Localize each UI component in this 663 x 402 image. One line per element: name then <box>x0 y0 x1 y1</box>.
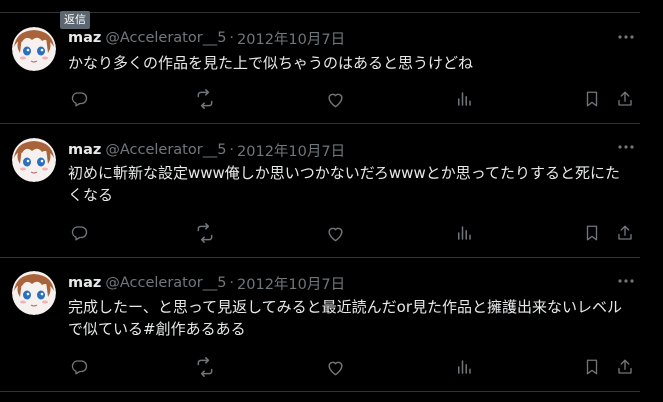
avatar[interactable] <box>12 27 56 71</box>
share-icon[interactable] <box>614 88 636 110</box>
divider <box>0 257 640 258</box>
tweet-header: maz @Accelerator__5 · 2012年10月7日 <box>68 28 345 48</box>
tweet-text: 初めに斬新な設定www俺しか思いつかないだろwwwとか思ってたりすると死にたくな… <box>68 164 620 204</box>
user-handle[interactable]: @Accelerator__5 <box>105 275 226 291</box>
bookmark-icon[interactable] <box>581 222 603 244</box>
tweet-date[interactable]: 2012年10月7日 <box>237 140 345 161</box>
tweet-date[interactable]: 2012年10月7日 <box>237 28 345 49</box>
reply-tooltip: 返信 <box>60 11 90 29</box>
retweet-icon[interactable] <box>194 222 216 244</box>
share-icon[interactable] <box>614 222 636 244</box>
separator: · <box>229 142 235 158</box>
display-name[interactable]: maz <box>68 30 101 46</box>
divider <box>0 12 640 13</box>
tweet-text: 完成したー、と思って見返してみると最近読んだor見た作品と擁護出来ないレベルで似… <box>68 298 622 338</box>
more-icon[interactable] <box>616 137 636 157</box>
views-icon[interactable] <box>453 222 475 244</box>
like-icon[interactable] <box>324 88 346 110</box>
tweet-date[interactable]: 2012年10月7日 <box>237 273 345 294</box>
display-name[interactable]: maz <box>68 275 101 291</box>
like-icon[interactable] <box>324 356 346 378</box>
like-icon[interactable] <box>324 222 346 244</box>
separator: · <box>229 30 235 46</box>
reply-icon[interactable] <box>68 222 90 244</box>
timeline: maz @Accelerator__5 · 2012年10月7日 返信 かなり多… <box>0 0 663 402</box>
more-icon[interactable] <box>616 271 636 291</box>
share-icon[interactable] <box>614 356 636 378</box>
tweet-text: かなり多くの作品を見た上で似ちゃうのはあると思うけどね <box>68 54 474 72</box>
tweet-header: maz @Accelerator__5 · 2012年10月7日 <box>68 273 345 293</box>
user-handle[interactable]: @Accelerator__5 <box>105 30 226 46</box>
tweet-header: maz @Accelerator__5 · 2012年10月7日 <box>68 140 345 160</box>
display-name[interactable]: maz <box>68 142 101 158</box>
separator: · <box>229 275 235 291</box>
views-icon[interactable] <box>453 356 475 378</box>
views-icon[interactable] <box>453 88 475 110</box>
bookmark-icon[interactable] <box>581 88 603 110</box>
action-bar <box>68 356 640 378</box>
user-handle[interactable]: @Accelerator__5 <box>105 142 226 158</box>
reply-icon[interactable] <box>68 88 90 110</box>
reply-icon[interactable] <box>68 356 90 378</box>
action-bar <box>68 88 640 110</box>
avatar[interactable] <box>12 271 56 315</box>
avatar[interactable] <box>12 138 56 182</box>
retweet-icon[interactable] <box>194 356 216 378</box>
divider <box>0 123 640 124</box>
bookmark-icon[interactable] <box>581 356 603 378</box>
retweet-icon[interactable] <box>194 88 216 110</box>
divider <box>0 391 640 392</box>
more-icon[interactable] <box>616 27 636 47</box>
action-bar <box>68 222 640 244</box>
